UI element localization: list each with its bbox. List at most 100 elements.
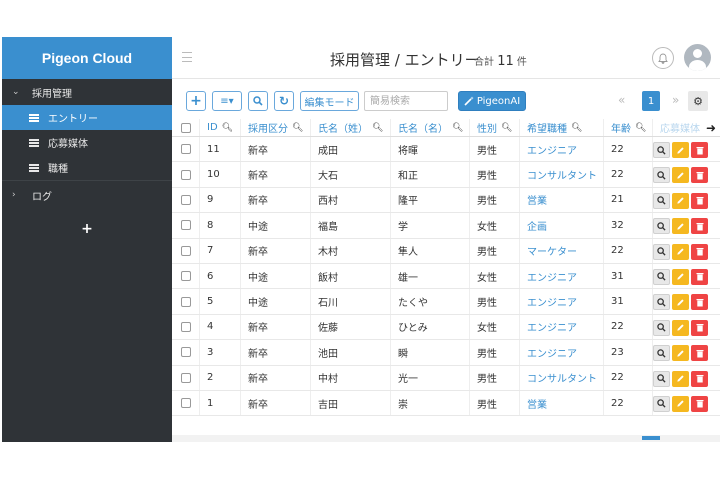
table-row[interactable]: 9 新卒 西村 隆平 男性 営業 21 — [172, 187, 720, 214]
table-row[interactable]: 11 新卒 成田 将暉 男性 エンジニア 22 — [172, 137, 720, 163]
cell-job[interactable]: エンジニア — [527, 142, 577, 157]
arrow-right-icon[interactable]: ➜ — [706, 121, 716, 135]
pencil-icon[interactable] — [672, 268, 689, 285]
column-header-type[interactable]: 採用区分 🔍︎ — [241, 119, 311, 136]
pencil-icon[interactable] — [672, 370, 689, 387]
column-header-last-name[interactable]: 氏名（姓） 🔍︎ — [311, 119, 391, 136]
view-icon[interactable] — [653, 243, 670, 260]
cell-job[interactable]: 営業 — [527, 192, 547, 207]
table-row[interactable]: 7 新卒 木村 隼人 男性 マーケター 22 — [172, 238, 720, 264]
table-row[interactable]: 10 新卒 大石 和正 男性 コンサルタント 22 — [172, 162, 720, 188]
cell-job[interactable]: エンジニア — [527, 269, 577, 284]
refresh-icon[interactable]: ↻ — [274, 91, 294, 111]
pencil-icon[interactable] — [672, 319, 689, 336]
column-header-id[interactable]: ID 🔍︎ — [200, 119, 241, 136]
cell-job[interactable]: コンサルタント — [527, 167, 597, 182]
view-icon[interactable] — [653, 345, 670, 362]
sidebar-item-entry[interactable]: エントリー — [2, 105, 172, 130]
cell-job[interactable]: エンジニア — [527, 345, 577, 360]
pencil-icon[interactable] — [672, 167, 689, 184]
sidebar-item-media[interactable]: 応募媒体 — [2, 130, 172, 155]
cell-job[interactable]: エンジニア — [527, 294, 577, 309]
pencil-icon[interactable] — [672, 218, 689, 235]
trash-icon[interactable] — [691, 243, 708, 260]
trash-icon[interactable] — [691, 294, 708, 311]
select-all-checkbox[interactable] — [172, 119, 200, 136]
row-checkbox[interactable] — [172, 365, 200, 390]
cell-job[interactable]: 企画 — [527, 218, 547, 233]
row-checkbox[interactable] — [172, 263, 200, 289]
search-icon[interactable]: 🔍︎ — [635, 123, 646, 133]
view-icon[interactable] — [653, 370, 670, 387]
column-header-first-name[interactable]: 氏名（名） 🔍︎ — [391, 119, 470, 136]
sidebar-group-log[interactable]: › ログ — [2, 181, 172, 209]
brand-logo[interactable]: Pigeon Cloud — [2, 37, 172, 79]
horizontal-scrollbar[interactable] — [172, 435, 720, 442]
row-checkbox[interactable] — [172, 187, 200, 213]
pager-prev[interactable]: « — [618, 93, 625, 107]
search-icon[interactable]: 🔍︎ — [452, 123, 463, 133]
add-table-button[interactable]: + — [2, 219, 172, 239]
search-icon[interactable] — [248, 91, 268, 111]
trash-icon[interactable] — [691, 268, 708, 285]
sidebar-item-job[interactable]: 職種 — [2, 155, 172, 180]
search-icon[interactable]: 🔍︎ — [372, 123, 383, 133]
sidebar-group-recruitment[interactable]: ⌄ 採用管理 — [2, 79, 172, 105]
table-row[interactable]: 1 新卒 吉田 崇 男性 営業 22 — [172, 390, 720, 417]
trash-icon[interactable] — [691, 395, 708, 412]
search-icon[interactable]: 🔍︎ — [571, 123, 582, 133]
avatar[interactable] — [684, 44, 711, 71]
pigeon-ai-button[interactable]: PigeonAI — [458, 91, 526, 111]
column-header-job[interactable]: 希望職種 🔍︎ — [520, 119, 604, 136]
pencil-icon[interactable] — [672, 142, 689, 158]
trash-icon[interactable] — [691, 167, 708, 184]
cell-job[interactable]: エンジニア — [527, 319, 577, 334]
trash-icon[interactable] — [691, 345, 708, 362]
trash-icon[interactable] — [691, 142, 708, 158]
row-checkbox[interactable] — [172, 390, 200, 416]
search-icon[interactable]: 🔍︎ — [501, 123, 512, 133]
pager-next[interactable]: » — [672, 93, 679, 107]
row-checkbox[interactable] — [172, 340, 200, 365]
table-row[interactable]: 8 中途 福島 学 女性 企画 32 — [172, 213, 720, 239]
table-row[interactable]: 4 新卒 佐藤 ひとみ 女性 エンジニア 22 — [172, 314, 720, 341]
cell-job[interactable]: コンサルタント — [527, 370, 597, 385]
table-row[interactable]: 6 中途 飯村 雄一 女性 エンジニア 31 — [172, 263, 720, 290]
trash-icon[interactable] — [691, 218, 708, 235]
row-checkbox[interactable] — [172, 238, 200, 263]
edit-mode-button[interactable]: 編集モード — [300, 91, 359, 111]
view-icon[interactable] — [653, 395, 670, 412]
trash-icon[interactable] — [691, 319, 708, 336]
view-icon[interactable] — [653, 268, 670, 285]
column-header-media[interactable]: 応募媒体 — [653, 119, 706, 136]
cell-job[interactable]: 営業 — [527, 396, 547, 411]
pencil-icon[interactable] — [672, 345, 689, 362]
search-icon[interactable]: 🔍︎ — [292, 123, 303, 133]
cell-job[interactable]: マーケター — [527, 243, 577, 258]
pager-current-page[interactable]: 1 — [642, 91, 660, 111]
scrollbar-thumb[interactable] — [642, 436, 660, 440]
gear-icon[interactable]: ⚙ — [688, 91, 708, 111]
bell-icon[interactable] — [652, 47, 674, 69]
row-checkbox[interactable] — [172, 213, 200, 238]
trash-icon[interactable] — [691, 370, 708, 387]
pencil-icon[interactable] — [672, 192, 689, 209]
column-header-age[interactable]: 年齢 🔍︎ — [604, 119, 653, 136]
quick-search-input[interactable] — [364, 91, 448, 111]
row-checkbox[interactable] — [172, 137, 200, 162]
view-icon[interactable] — [653, 167, 670, 184]
hamburger-icon[interactable] — [182, 52, 192, 62]
pencil-icon[interactable] — [672, 395, 689, 412]
add-record-button[interactable]: + — [186, 91, 206, 111]
table-row[interactable]: 2 新卒 中村 光一 男性 コンサルタント 22 — [172, 365, 720, 391]
row-checkbox[interactable] — [172, 162, 200, 187]
row-checkbox[interactable] — [172, 289, 200, 314]
pencil-icon[interactable] — [672, 243, 689, 260]
bars-icon[interactable]: ≡▾ — [212, 91, 242, 111]
table-row[interactable]: 5 中途 石川 たくや 男性 エンジニア 31 — [172, 289, 720, 315]
view-icon[interactable] — [653, 218, 670, 235]
view-icon[interactable] — [653, 192, 670, 209]
trash-icon[interactable] — [691, 192, 708, 209]
row-checkbox[interactable] — [172, 314, 200, 340]
column-header-gender[interactable]: 性別 🔍︎ — [470, 119, 520, 136]
